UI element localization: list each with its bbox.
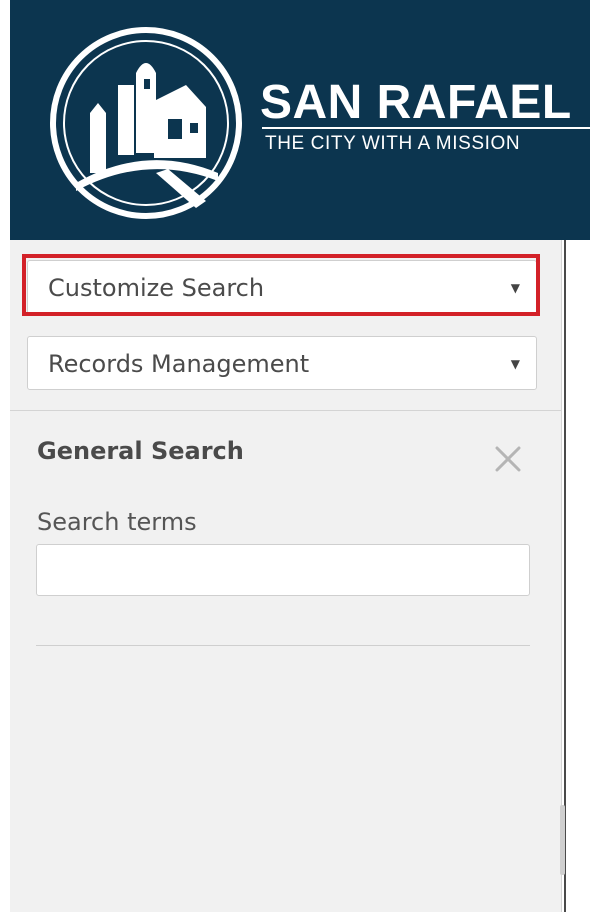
brand-tagline: THE CITY WITH A MISSION (265, 133, 521, 154)
search-type-selected: Customize Search (48, 274, 265, 302)
caret-down-icon: ▼ (510, 357, 520, 371)
repository-selected: Records Management (48, 350, 310, 378)
city-seal-icon[interactable] (46, 23, 246, 223)
page: SAN RAFAEL THE CITY WITH A MISSION Custo… (0, 0, 590, 912)
close-icon[interactable] (490, 441, 526, 477)
search-terms-input[interactable] (36, 544, 530, 596)
panel-divider (10, 410, 561, 411)
caret-down-icon: ▼ (510, 281, 520, 295)
search-terms-label: Search terms (37, 508, 197, 536)
site-header: SAN RAFAEL THE CITY WITH A MISSION (10, 0, 590, 240)
search-type-dropdown[interactable]: Customize Search ▼ (27, 260, 537, 314)
section-divider (36, 645, 530, 646)
repository-dropdown[interactable]: Records Management ▼ (27, 336, 537, 390)
general-search-title: General Search (37, 437, 244, 465)
scrollbar-thumb[interactable] (560, 805, 565, 875)
brand-title: SAN RAFAEL (260, 76, 572, 129)
brand-divider (262, 127, 590, 129)
